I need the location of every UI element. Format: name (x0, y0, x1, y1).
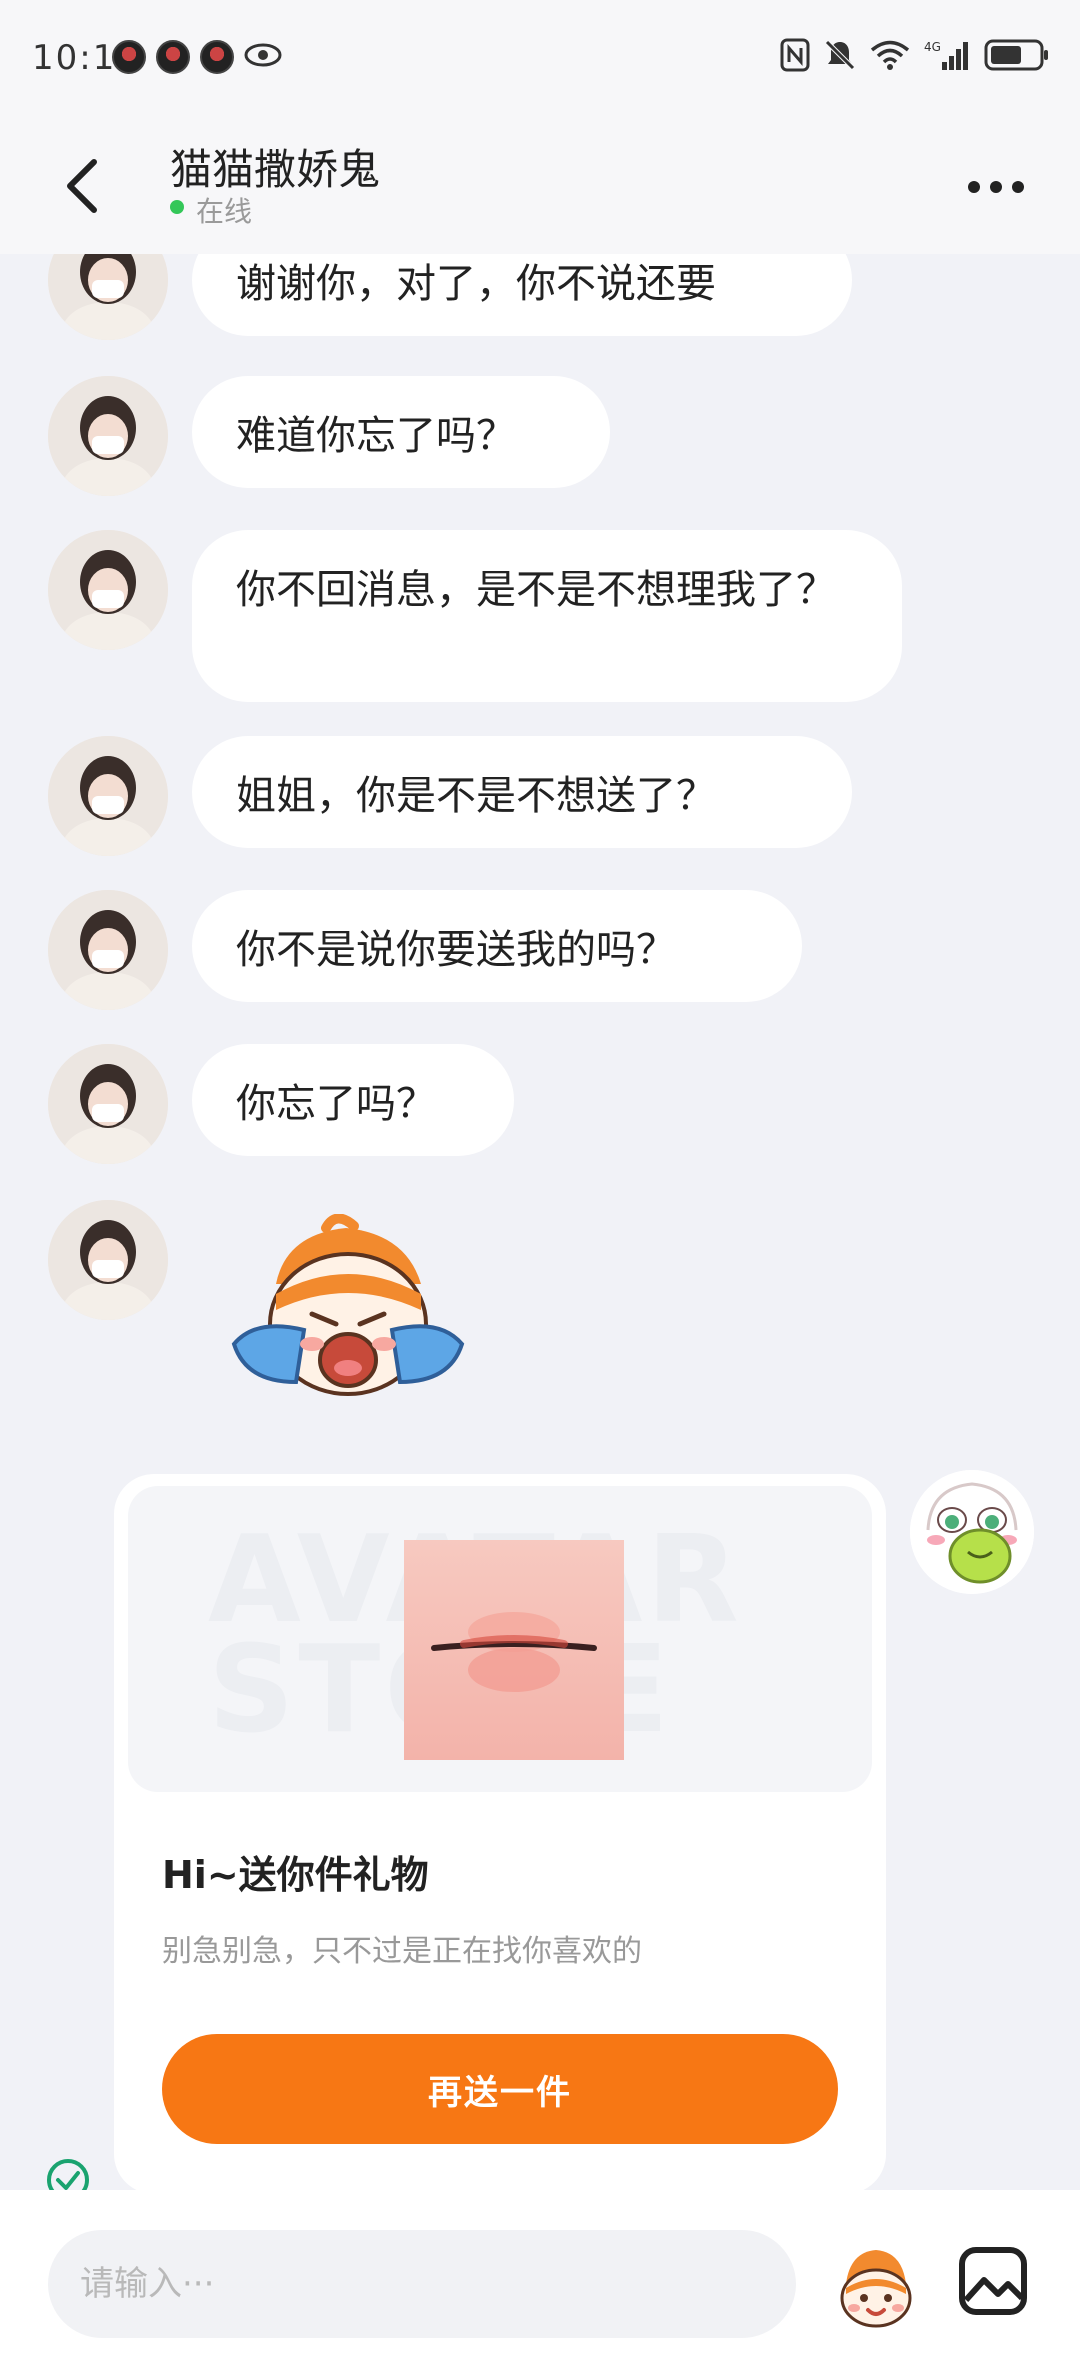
back-icon[interactable] (60, 156, 104, 216)
message-text: 谢谢你，对了，你不说还要 (236, 261, 716, 307)
contact-avatar[interactable] (48, 1044, 168, 1164)
online-status: 在线 (196, 195, 253, 228)
contact-avatar[interactable] (48, 736, 168, 856)
sticker-icon[interactable] (832, 2244, 920, 2332)
message-text: 难道你忘了吗？ (236, 413, 516, 459)
message-bubble[interactable]: 谢谢你，对了，你不说还要 (192, 254, 852, 336)
gift-card[interactable]: AVATAR STORE Hi~送你件礼物 别急别急，只不过是正在找你喜欢的 再… (114, 1474, 886, 2190)
system-icons: 4G (780, 38, 1050, 72)
battery-icon (984, 39, 1048, 71)
chat-messages[interactable]: 谢谢你，对了，你不说还要 难道你忘了吗？ 你不回消息，是不是不想理我了？ 姐姐，… (0, 254, 1080, 2190)
image-icon[interactable] (958, 2246, 1028, 2316)
send-again-button[interactable]: 再送一件 (162, 2034, 838, 2144)
contact-avatar[interactable] (48, 376, 168, 496)
message-bubble[interactable]: 你不回消息，是不是不想理我了？ (192, 530, 902, 702)
status-bar: 10:11 4G (0, 0, 1080, 120)
crying-sticker[interactable] (216, 1214, 476, 1414)
message-text: 你忘了吗？ (236, 1081, 436, 1127)
mute-icon (825, 40, 855, 70)
gift-image-area: AVATAR STORE (128, 1486, 872, 1792)
message-bubble[interactable]: 你忘了吗？ (192, 1044, 514, 1156)
message-bubble[interactable]: 难道你忘了吗？ (192, 376, 610, 488)
message-input[interactable] (48, 2230, 796, 2338)
message-bubble[interactable]: 你不是说你要送我的吗？ (192, 890, 802, 1002)
chat-title: 猫猫撒娇鬼 (170, 145, 381, 194)
notification-avatar-icon (156, 40, 190, 74)
message-text: 你不回消息，是不是不想理我了？ (236, 567, 836, 613)
wifi-icon (870, 40, 910, 70)
gift-description: 别急别急，只不过是正在找你喜欢的 (162, 1934, 642, 1969)
more-icon[interactable] (966, 174, 1026, 200)
contact-avatar[interactable] (48, 1200, 168, 1320)
gift-title: Hi~送你件礼物 (162, 1853, 429, 1897)
eye-icon (244, 43, 282, 67)
message-text: 姐姐，你是不是不想送了？ (236, 773, 716, 819)
input-bar (0, 2190, 1080, 2376)
chat-header: 猫猫撒娇鬼 在线 (0, 120, 1080, 254)
message-text: 你不是说你要送我的吗？ (236, 927, 676, 973)
contact-avatar[interactable] (48, 254, 168, 340)
contact-avatar[interactable] (48, 530, 168, 650)
check-icon (47, 2159, 89, 2190)
message-bubble[interactable]: 姐姐，你是不是不想送了？ (192, 736, 852, 848)
svg-text:4G: 4G (924, 40, 941, 54)
nfc-icon (780, 38, 810, 72)
gift-photo (404, 1540, 624, 1760)
notification-avatar-icon (200, 40, 234, 74)
signal-icon: 4G (924, 40, 968, 70)
contact-avatar[interactable] (48, 890, 168, 1010)
online-indicator (170, 200, 184, 214)
notification-icons (112, 40, 282, 74)
my-avatar[interactable] (910, 1470, 1034, 1594)
notification-avatar-icon (112, 40, 146, 74)
